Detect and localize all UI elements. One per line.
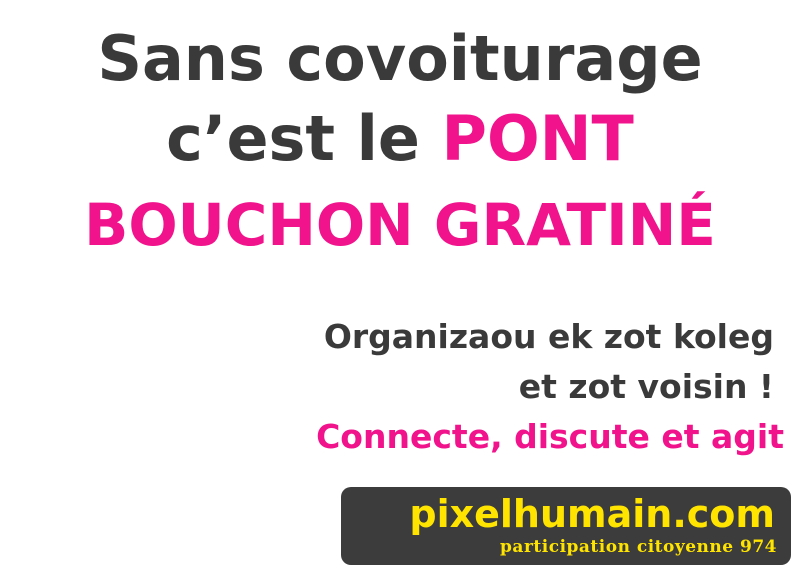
headline-line-2-prefix: c’est le xyxy=(166,102,442,175)
headline-line-1: Sans covoiturage xyxy=(97,22,703,95)
headline-line-2: c’est le PONT xyxy=(0,108,800,170)
site-url[interactable]: pixelhumain.com xyxy=(409,495,775,533)
headline-line-2-highlight: PONT xyxy=(441,102,634,175)
subtext-line-1: Organizaou ek zot koleg xyxy=(323,317,774,356)
headline-line-3: BOUCHON GRATINÉ xyxy=(84,191,716,259)
site-badge[interactable]: pixelhumain.com participation citoyenne … xyxy=(341,487,791,565)
subtext-line-2: et zot voisin ! xyxy=(518,367,774,406)
site-tagline: participation citoyenne 974 xyxy=(500,537,777,557)
subtext-line-3: Connecte, discute et agit xyxy=(316,417,784,456)
